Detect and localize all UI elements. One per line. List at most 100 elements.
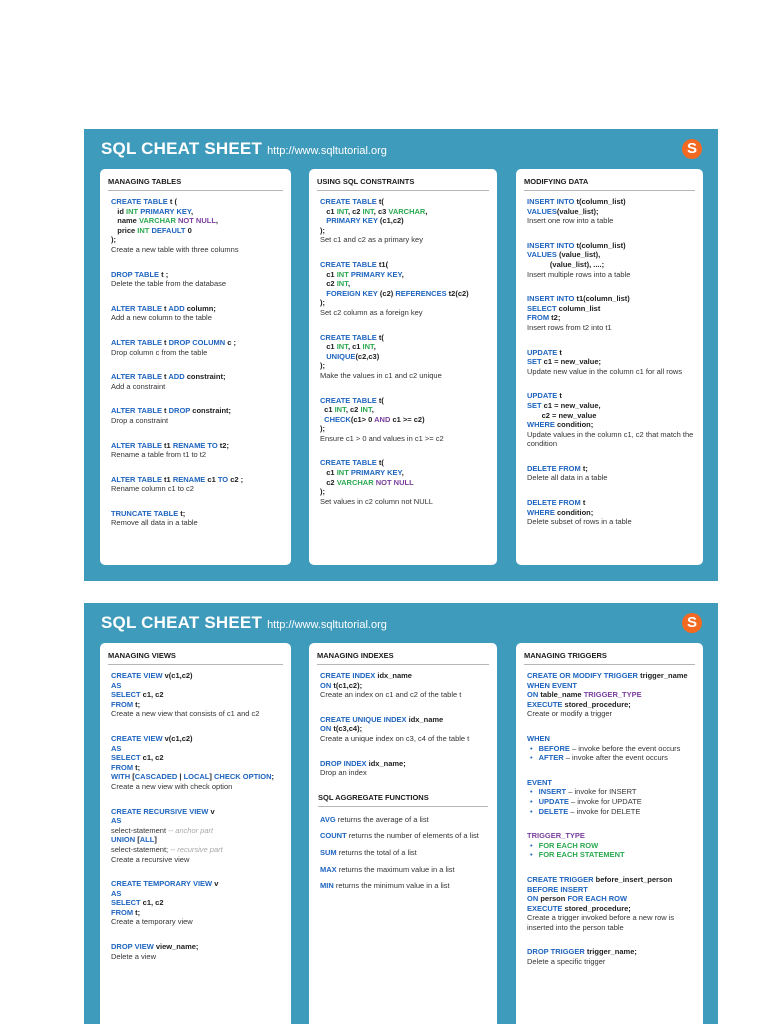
sql-description: Insert rows from t2 into t1: [527, 322, 612, 332]
card-title: MANAGING VIEWS: [108, 651, 283, 665]
sql-code: UPDATE t SET c1 = new_value, c2 = new_va…: [527, 391, 601, 430]
sql-code: ALTER TABLE t1 RENAME c1 TO c2 ;: [111, 474, 244, 484]
bullet-item: • FOR EACH ROW: [530, 840, 599, 850]
card-sql-constraints: USING SQL CONSTRAINTS CREATE TABLE t( c1…: [309, 169, 497, 565]
card-title: MANAGING TRIGGERS: [524, 651, 695, 665]
sql-code: DELETE FROM t;: [527, 463, 588, 473]
sql-description: Insert multiple rows into a table: [527, 269, 631, 279]
sql-entry: INSERT INTO t(column_list) VALUES (value…: [527, 241, 694, 279]
sql-entry: CREATE VIEW v(c1,c2) AS SELECT c1, c2 FR…: [111, 734, 282, 792]
sql-description: Remove all data in a table: [111, 518, 198, 528]
bullet-item: • FOR EACH STATEMENT: [530, 850, 625, 860]
sheet-title: SQL CHEAT SHEET: [101, 613, 263, 632]
bullet-icon: •: [530, 787, 533, 797]
card-body: CREATE VIEW v(c1,c2) AS SELECT c1, c2 FR…: [100, 665, 291, 961]
sql-description: Set values in c2 column not NULL: [320, 496, 433, 506]
sheet-url[interactable]: http://www.sqltutorial.org: [267, 145, 387, 157]
sql-code: ALTER TABLE t ADD column;: [111, 303, 216, 313]
sql-description: Delete a specific trigger: [527, 957, 606, 967]
code-comment: -- anchor part: [166, 825, 214, 835]
sql-code: TRIGGER_TYPE: [527, 831, 585, 841]
card-managing-tables: MANAGING TABLES CREATE TABLE t ( id INT …: [100, 169, 291, 565]
sql-code: CREATE TABLE t( c1 INT, c1 INT, UNIQUE(c…: [320, 332, 384, 371]
sql-code: ALTER TABLE t DROP COLUMN c ;: [111, 337, 237, 347]
sql-code-line: select-statement; -- recursive part: [111, 844, 223, 854]
sql-description: Rename column c1 to c2: [111, 484, 194, 494]
sql-description: Create or modify a trigger: [527, 709, 613, 719]
sql-description: Create a new view with check option: [111, 781, 233, 791]
sql-code: CREATE VIEW v(c1,c2) AS SELECT c1, c2 FR…: [111, 733, 275, 782]
sql-description: Add a new column to the table: [111, 313, 212, 323]
sql-entry: CREATE VIEW v(c1,c2) AS SELECT c1, c2 FR…: [111, 671, 282, 719]
card-title: MANAGING TABLES: [108, 177, 283, 191]
aggregate-functions-title: SQL AGGREGATE FUNCTIONS: [318, 793, 488, 807]
sql-entry: DROP INDEX idx_name; Drop an index: [320, 759, 488, 778]
bullet-item: • DELETE – invoke for DELETE: [530, 806, 641, 816]
sql-entry: CREATE TEMPORARY VIEW v AS SELECT c1, c2…: [111, 879, 282, 927]
sql-description: Insert one row into a table: [527, 216, 614, 226]
sql-code: CREATE TRIGGER before_insert_person BEFO…: [527, 874, 673, 913]
sql-description: Set c1 and c2 as a primary key: [320, 235, 423, 245]
sql-description: Create a new view that consists of c1 an…: [111, 709, 260, 719]
sql-description: Update new value in the column c1 for al…: [527, 366, 683, 376]
sql-description: Make the values in c1 and c2 unique: [320, 370, 442, 380]
sql-entry: TRIGGER_TYPE • FOR EACH ROW • FOR EACH STATE…: [527, 831, 694, 860]
sql-code: INSERT INTO t1(column_list) SELECT colum…: [527, 294, 630, 323]
sql-entry: DROP VIEW view_name; Delete a view: [111, 942, 282, 961]
sql-description: Create a temporary view: [111, 917, 193, 927]
sql-code: INSERT INTO t(column_list) VALUES(value_…: [527, 197, 626, 216]
aggregate-function-item: COUNT returns the number of elements of …: [320, 831, 479, 841]
sql-entry: UPDATE t SET c1 = new_value; Update new v…: [527, 348, 694, 377]
sql-code: TRUNCATE TABLE t;: [111, 508, 186, 518]
card-body: CREATE OR MODIFY TRIGGER trigger_name WH…: [516, 665, 703, 967]
card-body: INSERT INTO t(column_list) VALUES(value_…: [516, 191, 703, 527]
sql-entry: ALTER TABLE t1 RENAME TO t2; Rename a tab…: [111, 441, 282, 460]
sql-description: Drop column c from the table: [111, 347, 208, 357]
sql-description: Create an index on c1 and c2 of the tabl…: [320, 690, 462, 700]
sql-code: WHEN: [527, 733, 550, 743]
sql-entry: EVENT • INSERT – invoke for INSERT • UPDATE …: [527, 778, 694, 816]
bullet-icon: •: [530, 840, 533, 850]
bullet-icon: •: [530, 850, 533, 860]
sql-code: CREATE VIEW v(c1,c2) AS SELECT c1, c2 FR…: [111, 671, 193, 709]
cheat-sheet-1: SQL CHEAT SHEET http://www.sqltutorial.o…: [84, 129, 718, 581]
sql-code: CREATE TEMPORARY VIEW v AS SELECT c1, c2…: [111, 879, 219, 917]
sql-description: Create a unique index on c3, c4 of the t…: [320, 733, 470, 743]
sql-entry: ALTER TABLE t ADD constraint; Add a const…: [111, 372, 282, 391]
sql-description: Drop an index: [320, 768, 367, 778]
sql-entry: CREATE UNIQUE INDEX idx_name ON t(c3,c4)…: [320, 715, 488, 744]
card-managing-triggers: MANAGING TRIGGERS CREATE OR MODIFY TRIGG…: [516, 643, 703, 1033]
bullet-icon: •: [530, 796, 533, 806]
card-title: USING SQL CONSTRAINTS: [317, 177, 489, 191]
bullet-item: • AFTER – invoke after the event occurs: [530, 753, 668, 763]
sqltutorial-logo-icon: S: [682, 613, 702, 633]
sql-entry: ALTER TABLE t1 RENAME c1 TO c2 ; Rename c…: [111, 475, 282, 494]
sheet-title: SQL CHEAT SHEET: [101, 139, 263, 158]
sql-entry: DELETE FROM t WHERE condition; Delete sub…: [527, 498, 694, 527]
sql-entry: CREATE TABLE t( c1 INT, c2 INT, CHECK(c1…: [320, 396, 488, 444]
card-body: CREATE INDEX idx_name ON t(c1,c2); Create…: [309, 665, 497, 891]
sql-description: Delete all data in a table: [527, 473, 608, 483]
sql-entry: DELETE FROM t; Delete all data in a table: [527, 464, 694, 483]
sql-description: Create a recursive view: [111, 854, 190, 864]
sql-entry: CREATE TABLE t( c1 INT PRIMARY KEY, c2 V…: [320, 458, 488, 506]
bullet-item: • INSERT – invoke for INSERT: [530, 787, 637, 797]
sql-entry: CREATE TABLE t( c1 INT, c1 INT, UNIQUE(c…: [320, 333, 488, 381]
sql-description: Ensure c1 > 0 and values in c1 >= c2: [320, 433, 444, 443]
sql-code: DELETE FROM t WHERE condition;: [527, 498, 594, 517]
sql-code: CREATE OR MODIFY TRIGGER trigger_name WH…: [527, 671, 688, 709]
sql-entry: DROP TRIGGER trigger_name; Delete a speci…: [527, 947, 694, 966]
sql-entry: ALTER TABLE t DROP constraint; Drop a con…: [111, 406, 282, 425]
sql-code-line: select-statement -- anchor part: [111, 825, 214, 835]
card-modifying-data: MODIFYING DATA INSERT INTO t(column_list…: [516, 169, 703, 565]
bullet-icon: •: [530, 753, 533, 763]
sql-code: DROP TABLE t ;: [111, 269, 169, 279]
sql-code: INSERT INTO t(column_list) VALUES (value…: [527, 240, 626, 269]
sql-code: CREATE TABLE t( c1 INT, c2 INT, c3 VARCH…: [320, 197, 428, 235]
sheet-url[interactable]: http://www.sqltutorial.org: [267, 619, 387, 631]
sql-entry: INSERT INTO t1(column_list) SELECT colum…: [527, 294, 694, 332]
index-entries: CREATE INDEX idx_name ON t(c1,c2); Create…: [320, 671, 488, 778]
card-body: CREATE TABLE t( c1 INT, c2 INT, c3 VARCH…: [309, 191, 497, 506]
sql-code: DROP TRIGGER trigger_name;: [527, 947, 637, 957]
bullet-icon: •: [530, 743, 533, 753]
